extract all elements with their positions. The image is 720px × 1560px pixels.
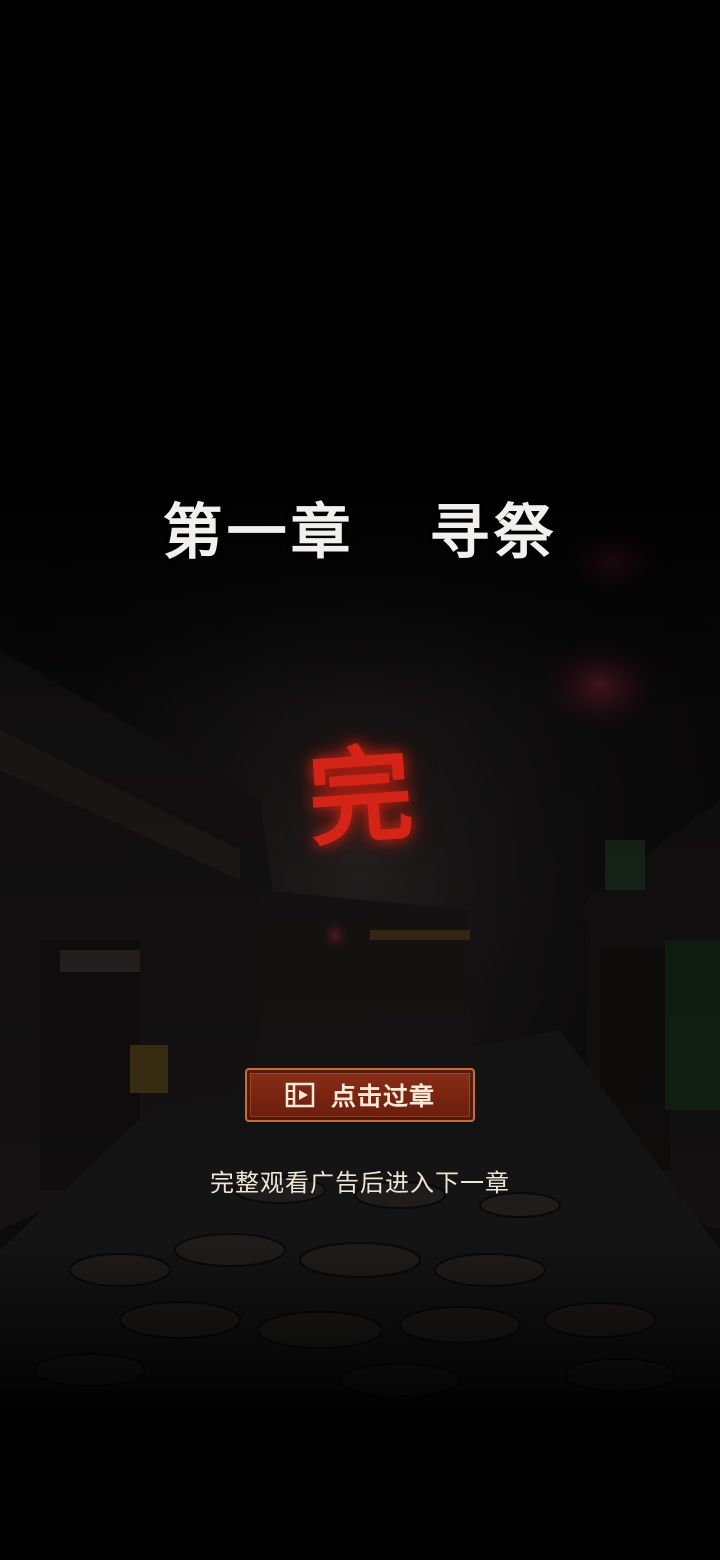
chapter-title: 第一章 寻祭	[162, 498, 558, 568]
skip-chapter-label: 点击过章	[330, 1082, 435, 1111]
film-icon	[285, 1082, 315, 1108]
watch-ad-hint: 完整观看广告后进入下一章	[210, 1169, 510, 1197]
skip-chapter-button[interactable]: 点击过章	[245, 1068, 475, 1122]
alley-background-image	[0, 470, 720, 1430]
chapter-complete-screen: 第一章 寻祭 完 点击过章 完整观看广告后进入下一章	[0, 0, 720, 1560]
